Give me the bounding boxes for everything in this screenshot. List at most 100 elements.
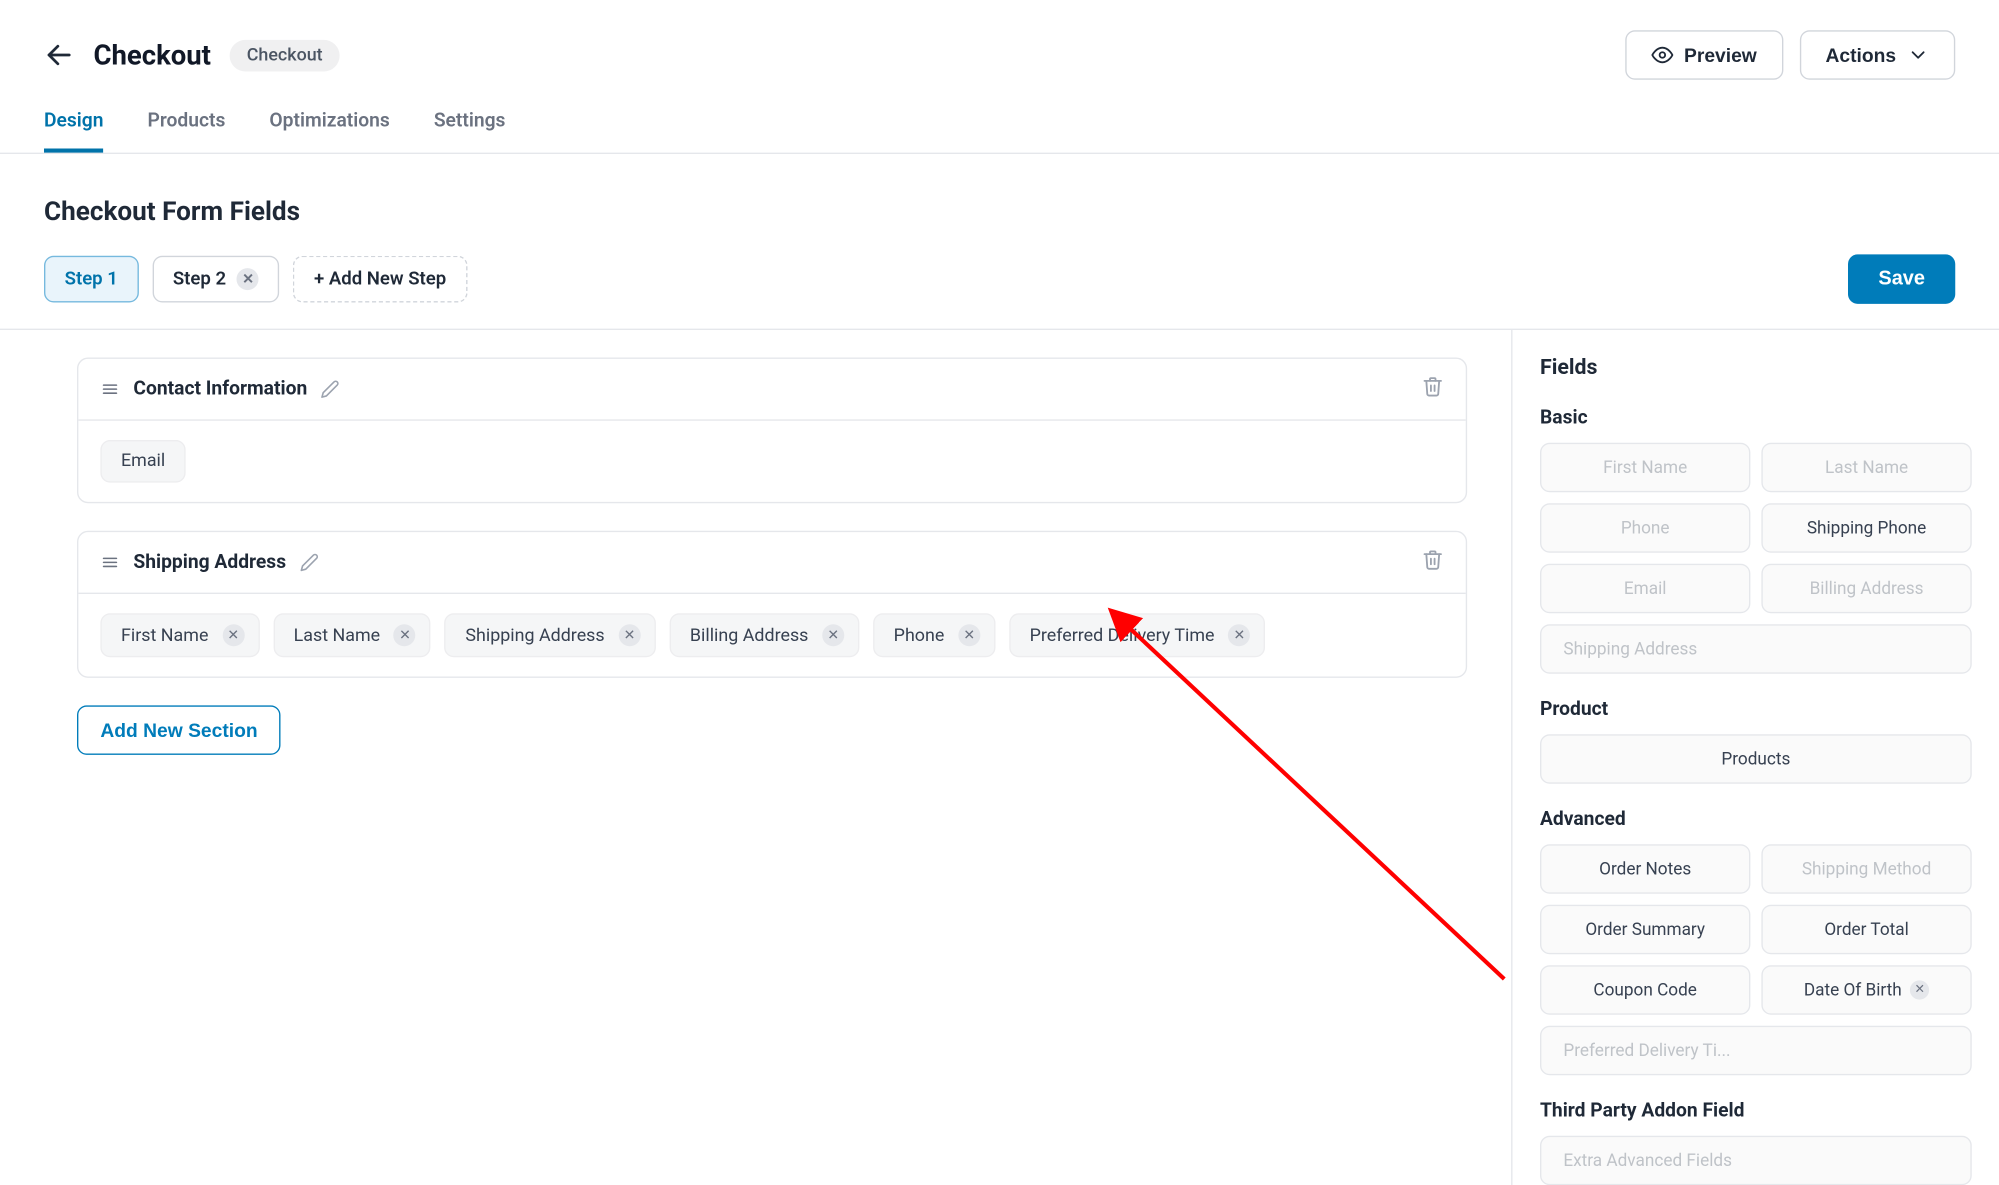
sidebar-field-chip[interactable]: Order Total bbox=[1761, 905, 1971, 955]
section-title: Shipping Address bbox=[133, 551, 286, 573]
sidebar-field-label: Date Of Birth bbox=[1804, 980, 1902, 1001]
section-heading: Checkout Form Fields bbox=[44, 195, 1955, 227]
actions-label: Actions bbox=[1826, 44, 1897, 66]
section-card: Contact Information Email bbox=[77, 358, 1467, 504]
remove-step-icon[interactable]: ✕ bbox=[237, 268, 259, 290]
step-chip-2[interactable]: Step 2 ✕ bbox=[152, 256, 279, 303]
field-label: Shipping Address bbox=[465, 625, 604, 646]
sidebar-field-label: Phone bbox=[1621, 518, 1670, 539]
field-label: Preferred Delivery Time bbox=[1030, 625, 1215, 646]
sidebar-field-chip: Shipping Address bbox=[1540, 624, 1972, 674]
main-column: Contact Information Email Shipping Address… bbox=[0, 330, 1511, 1185]
drag-handle-icon[interactable] bbox=[100, 553, 119, 572]
sidebar-group-grid: Extra Advanced Fields bbox=[1540, 1136, 1972, 1185]
field-chip[interactable]: First Name ✕ bbox=[100, 613, 259, 657]
section-body: First Name✕Last Name✕Shipping Address✕Bi… bbox=[78, 594, 1465, 677]
sidebar-field-chip: Billing Address bbox=[1761, 564, 1971, 614]
preview-label: Preview bbox=[1684, 44, 1757, 66]
page-badge: Checkout bbox=[230, 39, 339, 71]
edit-icon[interactable] bbox=[321, 380, 340, 399]
edit-icon[interactable] bbox=[300, 553, 319, 572]
section-body: Email bbox=[78, 421, 1465, 502]
trash-icon[interactable] bbox=[1422, 375, 1444, 397]
sidebar-field-chip[interactable]: Order Notes bbox=[1540, 844, 1750, 894]
sidebar-field-chip: First Name bbox=[1540, 443, 1750, 493]
sidebar-field-chip[interactable]: Shipping Phone bbox=[1761, 503, 1971, 553]
sidebar-field-label: Order Notes bbox=[1599, 859, 1691, 880]
field-chip[interactable]: Preferred Delivery Time ✕ bbox=[1009, 613, 1265, 657]
sidebar-group-grid: Products bbox=[1540, 734, 1972, 784]
sidebar-field-label: Billing Address bbox=[1810, 578, 1924, 599]
field-label: First Name bbox=[121, 625, 208, 646]
field-chip[interactable]: Last Name ✕ bbox=[273, 613, 431, 657]
sidebar-field-chip: Email bbox=[1540, 564, 1750, 614]
field-label: Phone bbox=[894, 625, 945, 646]
preview-button[interactable]: Preview bbox=[1625, 30, 1783, 80]
sidebar-group-grid: Order Notes Shipping Method Order Summary O… bbox=[1540, 844, 1972, 1075]
sidebar-group-title: Advanced bbox=[1540, 809, 1972, 831]
sidebar-field-label: Order Summary bbox=[1585, 919, 1705, 940]
tab-products[interactable]: Products bbox=[148, 110, 226, 153]
field-chip[interactable]: Email bbox=[100, 440, 186, 483]
page-title: Checkout bbox=[94, 39, 211, 72]
section-title: Contact Information bbox=[133, 378, 307, 400]
remove-field-icon[interactable]: ✕ bbox=[618, 624, 640, 646]
actions-button[interactable]: Actions bbox=[1799, 30, 1955, 80]
back-icon[interactable] bbox=[44, 40, 74, 70]
sidebar-field-label: Shipping Address bbox=[1563, 639, 1697, 660]
sidebar-field-chip: Shipping Method bbox=[1761, 844, 1971, 894]
add-step-button[interactable]: + Add New Step bbox=[293, 256, 466, 303]
save-button[interactable]: Save bbox=[1848, 254, 1955, 304]
add-section-button[interactable]: Add New Section bbox=[77, 705, 281, 755]
remove-field-icon[interactable]: ✕ bbox=[822, 624, 844, 646]
field-label: Last Name bbox=[294, 625, 380, 646]
step-chip-1[interactable]: Step 1 bbox=[44, 256, 138, 303]
section-card: Shipping AddressFirst Name✕Last Name✕Shi… bbox=[77, 531, 1467, 678]
sidebar-field-label: Email bbox=[1624, 578, 1667, 599]
field-chip[interactable]: Billing Address✕ bbox=[669, 613, 859, 657]
sidebar-field-chip: Preferred Delivery Ti... bbox=[1540, 1026, 1972, 1076]
section-header: Shipping Address bbox=[78, 532, 1465, 594]
sidebar-field-chip[interactable]: Order Summary bbox=[1540, 905, 1750, 955]
sidebar-field-chip[interactable]: Date Of Birth ✕ bbox=[1761, 965, 1971, 1015]
remove-field-icon[interactable]: ✕ bbox=[394, 624, 416, 646]
sidebar-field-chip: Extra Advanced Fields bbox=[1540, 1136, 1972, 1185]
remove-field-icon[interactable]: ✕ bbox=[1228, 624, 1250, 646]
sidebar-field-chip[interactable]: Products bbox=[1540, 734, 1972, 784]
field-label: Email bbox=[121, 451, 165, 472]
sidebar-group-title: Basic bbox=[1540, 407, 1972, 429]
step-label: Step 2 bbox=[173, 268, 226, 290]
tab-design[interactable]: Design bbox=[44, 110, 104, 153]
nav-tabs: Design Products Optimizations Settings bbox=[0, 80, 1999, 154]
sidebar-field-chip: Last Name bbox=[1761, 443, 1971, 493]
sidebar-field-label: Shipping Method bbox=[1802, 859, 1931, 880]
sidebar-group-title: Third Party Addon Field bbox=[1540, 1100, 1972, 1122]
section-header: Contact Information bbox=[78, 359, 1465, 421]
sidebar-field-label: First Name bbox=[1603, 457, 1687, 478]
sidebar-field-label: Coupon Code bbox=[1593, 980, 1696, 1001]
sidebar-field-label: Products bbox=[1721, 749, 1790, 770]
sidebar-title: Fields bbox=[1540, 355, 1972, 380]
steps-row: Step 1 Step 2 ✕ + Add New Step Save bbox=[44, 254, 1955, 304]
trash-icon[interactable] bbox=[1422, 549, 1444, 571]
sidebar-field-label: Last Name bbox=[1825, 457, 1908, 478]
sidebar-group-grid: First Name Last Name Phone Shipping Phone Em… bbox=[1540, 443, 1972, 674]
tab-optimizations[interactable]: Optimizations bbox=[269, 110, 389, 153]
page-header: Checkout Checkout Preview Actions bbox=[0, 0, 1999, 80]
drag-handle-icon[interactable] bbox=[100, 380, 119, 399]
sidebar-field-label: Shipping Phone bbox=[1807, 518, 1926, 539]
sidebar-field-chip[interactable]: Coupon Code bbox=[1540, 965, 1750, 1015]
sidebar-field-label: Preferred Delivery Ti... bbox=[1563, 1040, 1730, 1061]
field-chip[interactable]: Shipping Address ✕ bbox=[445, 613, 656, 657]
field-chip[interactable]: Phone ✕ bbox=[873, 613, 995, 657]
remove-sidebar-field-icon[interactable]: ✕ bbox=[1910, 980, 1929, 999]
remove-field-icon[interactable]: ✕ bbox=[222, 624, 244, 646]
eye-icon bbox=[1651, 44, 1673, 66]
sidebar-field-label: Extra Advanced Fields bbox=[1563, 1150, 1732, 1171]
remove-field-icon[interactable]: ✕ bbox=[958, 624, 980, 646]
sidebar-field-chip: Phone bbox=[1540, 503, 1750, 553]
tab-settings[interactable]: Settings bbox=[434, 110, 506, 153]
sidebar-field-label: Order Total bbox=[1824, 919, 1908, 940]
step-label: Step 1 bbox=[65, 268, 118, 290]
sidebar-group-title: Product bbox=[1540, 699, 1972, 721]
